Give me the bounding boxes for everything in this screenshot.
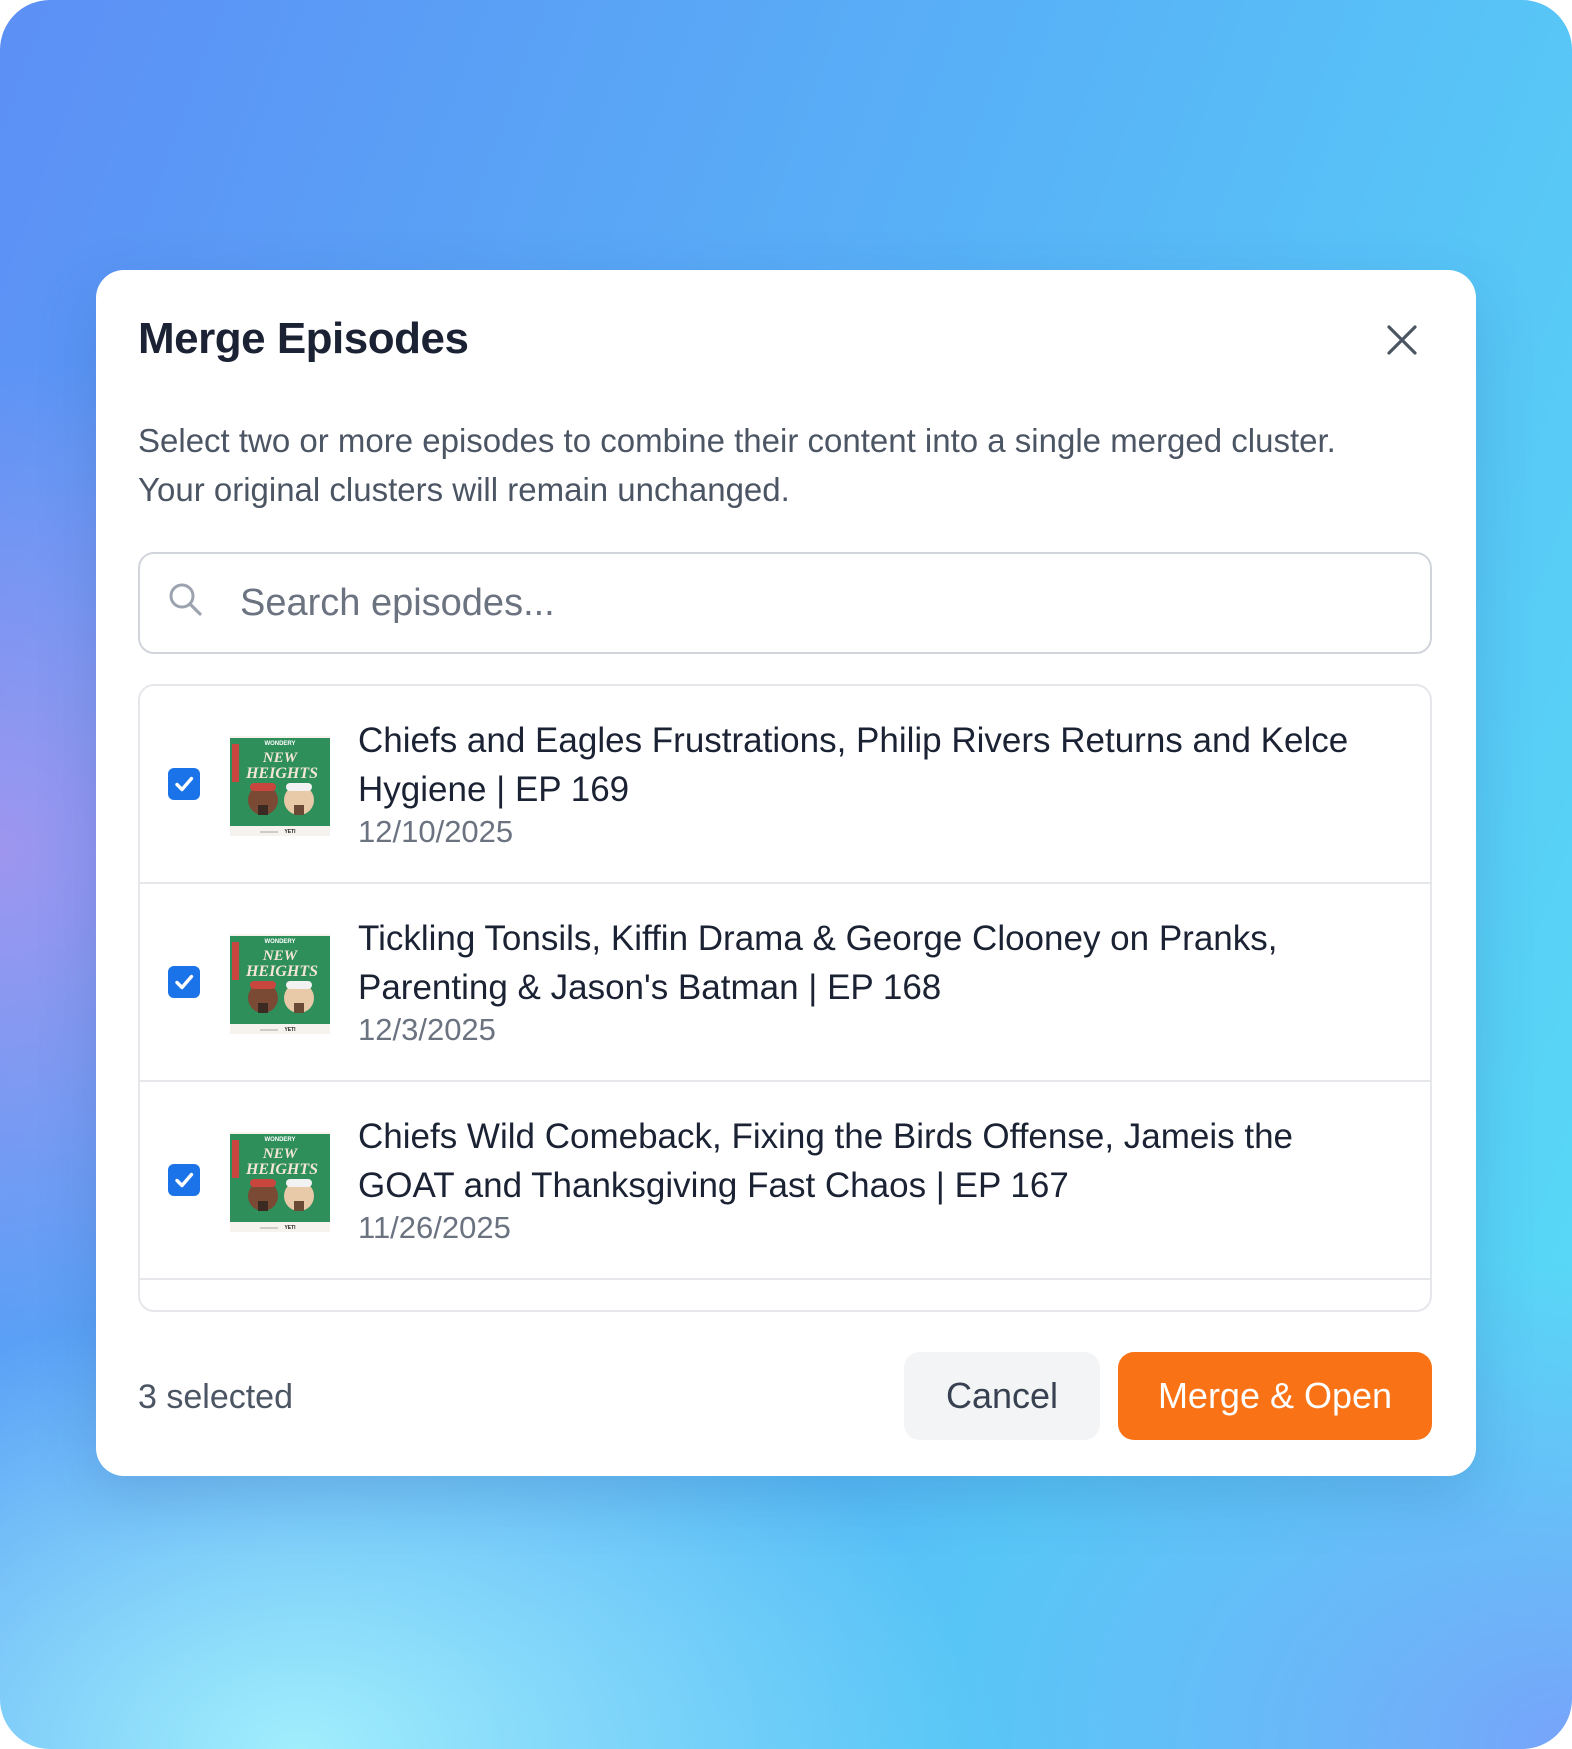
svg-text:WONDERY: WONDERY: [264, 1137, 295, 1143]
search-icon: [169, 583, 202, 616]
episode-checkbox[interactable]: [168, 1164, 200, 1196]
checkmark-icon: [175, 974, 194, 990]
selected-count: 3 selected: [138, 1378, 293, 1416]
search-box[interactable]: [138, 552, 1432, 654]
podcast-thumbnail: WONDERY NEW HEIGHTS YETI: [230, 736, 330, 836]
episode-date: 12/10/2025: [358, 814, 514, 849]
episode-checkbox[interactable]: [168, 768, 200, 800]
dialog-description: Select two or more episodes to combine t…: [138, 422, 1336, 508]
episode-row[interactable]: WONDERY NEW HEIGHTS YETI Tickling Tonsil…: [140, 884, 1430, 1082]
dialog-title: Merge Episodes: [138, 314, 469, 363]
svg-text:WONDERY: WONDERY: [264, 939, 295, 945]
svg-text:HEIGHTS: HEIGHTS: [245, 963, 318, 980]
svg-text:HEIGHTS: HEIGHTS: [245, 1161, 318, 1178]
cancel-button[interactable]: Cancel: [904, 1352, 1100, 1440]
svg-text:NEW: NEW: [262, 948, 299, 964]
svg-text:YETI: YETI: [284, 1027, 296, 1033]
svg-text:YETI: YETI: [284, 1225, 296, 1231]
svg-text:WONDERY: WONDERY: [264, 741, 295, 747]
svg-text:NEW: NEW: [262, 1146, 299, 1162]
merge-episodes-dialog: Merge Episodes Select two or more episod…: [96, 270, 1476, 1476]
checkmark-icon: [175, 776, 194, 792]
svg-text:YETI: YETI: [284, 829, 296, 835]
episode-title: Chiefs and Eagles Frustrations, Philip R…: [358, 721, 1349, 809]
episode-date: 11/26/2025: [358, 1210, 511, 1245]
svg-text:HEIGHTS: HEIGHTS: [245, 765, 318, 782]
close-icon: [1387, 325, 1417, 355]
search-input[interactable]: [240, 574, 1390, 632]
svg-text:NEW: NEW: [262, 750, 299, 766]
episode-date: 12/3/2025: [358, 1012, 496, 1047]
close-button[interactable]: [1382, 320, 1422, 360]
checkmark-icon: [175, 1172, 194, 1188]
episode-title: Chiefs Wild Comeback, Fixing the Birds O…: [358, 1117, 1294, 1205]
podcast-thumbnail: WONDERY NEW HEIGHTS YETI: [230, 934, 330, 1034]
episode-checkbox[interactable]: [168, 966, 200, 998]
podcast-thumbnail: WONDERY NEW HEIGHTS YETI: [230, 1132, 330, 1232]
episode-row[interactable]: WONDERY NEW HEIGHTS YETI Chiefs and Eagl…: [140, 686, 1430, 884]
episode-title: Tickling Tonsils, Kiffin Drama & George …: [358, 919, 1278, 1007]
merge-open-button[interactable]: Merge & Open: [1118, 1352, 1432, 1440]
episode-list[interactable]: WONDERY NEW HEIGHTS YETI Chiefs and Eagl…: [138, 684, 1432, 1312]
episode-row[interactable]: WONDERY NEW HEIGHTS YETI Chiefs Wild Com…: [140, 1082, 1430, 1280]
